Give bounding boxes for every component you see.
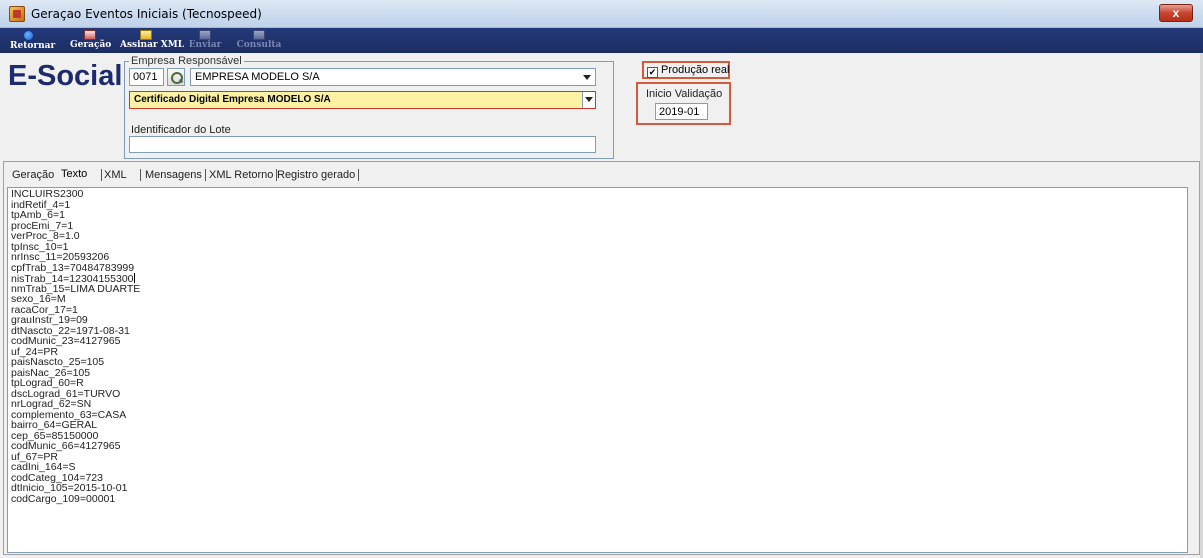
back-arrow-icon <box>22 30 34 41</box>
tab-xml-retorno[interactable]: XML Retorno <box>209 169 278 181</box>
text-line: bairro_64=GERAL <box>11 420 1184 431</box>
window-title: Geraçao Eventos Iniciais (Tecnospeed) <box>31 7 262 21</box>
text-line: procEmi_7=1 <box>11 220 1184 232</box>
text-line: paisNac_26=105 <box>11 367 1184 379</box>
empresa-code-input[interactable]: 0071 <box>129 68 164 86</box>
certificate-select[interactable]: Certificado Digital Empresa MODELO S/A <box>129 91 596 109</box>
text-line: dscLograd_61=TURVO <box>11 388 1184 400</box>
checkmark-icon: ✔ <box>647 67 658 78</box>
assinar-xml-label: Assinar XML <box>120 40 185 50</box>
text-line: cadIni_164=S <box>11 462 1184 473</box>
tab-texto[interactable]: Texto <box>61 168 87 180</box>
producao-real-label: Produção real <box>661 64 730 76</box>
title-bar: Geraçao Eventos Iniciais (Tecnospeed) x <box>0 0 1203 28</box>
query-icon <box>253 30 265 40</box>
text-line: INCLUIRS2300 <box>11 189 1184 200</box>
retornar-label: Retornar <box>10 41 56 51</box>
inicio-validacao-group: Inicio Validação 2019-01 <box>636 82 731 125</box>
text-line: complemento_63=CASA <box>11 409 1184 421</box>
text-line: uf_67=PR <box>11 451 1184 463</box>
text-line: grauInstr_19=09 <box>11 315 1184 326</box>
text-line: tpAmb_6=1 <box>11 210 1184 221</box>
chevron-down-icon <box>582 92 595 108</box>
certificate-select-value: Certificado Digital Empresa MODELO S/A <box>134 94 331 105</box>
empresa-select-value: EMPRESA MODELO S/A <box>195 71 320 83</box>
text-line: cpfTrab_13=70484783999 <box>11 261 1184 274</box>
close-button[interactable]: x <box>1159 4 1193 22</box>
app-icon <box>9 6 25 22</box>
enviar-label: Enviar <box>188 40 222 50</box>
text-line: cep_65=85150000 <box>11 430 1184 442</box>
event-text-area[interactable]: INCLUIRS2300 indRetif_4=1 tpAmb_6=1 procEmi… <box>7 187 1188 553</box>
enviar-button[interactable]: Enviar <box>188 29 222 52</box>
text-line: sexo_16=M <box>11 294 1184 305</box>
text-line: dtNascto_22=1971-08-31 <box>11 325 1184 337</box>
text-line: codCateg_104=723 <box>11 472 1184 484</box>
empresa-lookup-button[interactable] <box>167 68 185 86</box>
chevron-down-icon <box>583 75 591 80</box>
text-line: nisTrab_14=12304155300 <box>11 273 1184 284</box>
send-icon <box>199 30 211 40</box>
retornar-button[interactable]: Retornar <box>10 29 56 52</box>
tab-mensagens[interactable]: Mensagens <box>140 169 206 181</box>
consulta-label: Consulta <box>236 40 282 50</box>
consulta-button[interactable]: Consulta <box>236 29 282 52</box>
text-line: nrInsc_11=20593206 <box>11 252 1184 263</box>
text-line: uf_24=PR <box>11 346 1184 358</box>
text-line: paisNascto_25=105 <box>11 357 1184 368</box>
tab-registro-gerado[interactable]: Registro gerado <box>277 169 360 181</box>
lote-label: Identificador do Lote <box>131 124 231 136</box>
text-line: tpLograd_60=R <box>11 378 1184 389</box>
esocial-logo: E-Social <box>8 60 123 92</box>
lote-input[interactable] <box>129 136 596 153</box>
geracao-label: Geração <box>70 40 112 50</box>
text-line: codMunic_23=4127965 <box>11 336 1184 347</box>
text-line: indRetif_4=1 <box>11 199 1184 211</box>
inicio-validacao-label: Inicio Validação <box>646 88 723 100</box>
text-line: racaCor_17=1 <box>11 304 1184 316</box>
tab-geracao[interactable]: Geração <box>12 169 54 181</box>
tab-xml[interactable]: XML <box>101 169 127 181</box>
text-line: nrLograd_62=SN <box>11 399 1184 410</box>
generate-icon <box>84 30 96 40</box>
text-line: codCargo_109=00001 <box>11 492 1184 505</box>
toolbar: Retornar Geração Assinar XML Enviar Cons… <box>0 28 1203 53</box>
text-line: codMunic_66=4127965 <box>11 441 1184 452</box>
assinar-xml-button[interactable]: Assinar XML <box>120 29 185 52</box>
text-line-content: cpfTrab_13=70484783999 <box>11 261 135 274</box>
producao-real-checkbox[interactable]: ✔ Produção real <box>642 61 730 79</box>
inicio-validacao-input[interactable]: 2019-01 <box>655 103 708 120</box>
text-line: verProc_8=1.0 <box>11 231 1184 242</box>
geracao-button[interactable]: Geração <box>70 29 112 52</box>
sign-xml-icon <box>140 30 152 40</box>
text-line: nmTrab_15=LIMA DUARTE <box>11 283 1184 295</box>
empresa-legend: Empresa Responsável <box>131 55 242 67</box>
text-line-content: codCargo_109=00001 <box>11 492 116 505</box>
text-line: dtInicio_105=2015-10-01 <box>11 483 1184 494</box>
text-cursor <box>133 273 135 283</box>
text-line: tpInsc_10=1 <box>11 241 1184 253</box>
empresa-select[interactable]: EMPRESA MODELO S/A <box>190 68 596 86</box>
